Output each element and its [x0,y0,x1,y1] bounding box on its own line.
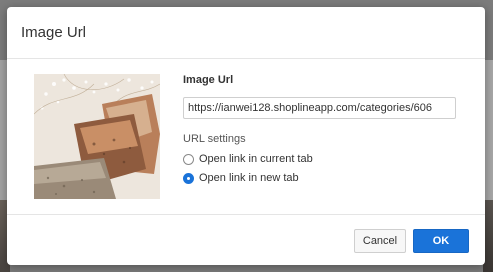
image-url-label: Image Url [183,74,234,86]
url-form: Image Url URL settings Open link in curr… [183,74,463,184]
dialog-footer: Cancel OK [7,214,485,265]
image-url-dialog: Image Url Image Url https://ianwei128.sh… [7,7,485,265]
radio-button-new-tab[interactable] [183,172,194,184]
dialog-body: Image Url URL settings Open link in curr… [7,59,485,214]
radio-button-current-tab[interactable] [183,153,194,165]
radio-label-new-tab: Open link in new tab [199,172,299,184]
url-settings-label: URL settings [183,133,246,145]
image-url-input[interactable] [183,97,456,119]
ok-button[interactable]: OK [413,229,469,253]
dialog-title: Image Url [21,24,87,41]
radio-option-current-tab[interactable]: Open link in current tab [183,153,463,165]
radio-label-current-tab: Open link in current tab [199,153,313,165]
cancel-button[interactable]: Cancel [354,229,406,253]
radio-option-new-tab[interactable]: Open link in new tab [183,172,463,184]
image-preview [34,74,160,199]
dialog-header: Image Url [7,7,485,59]
